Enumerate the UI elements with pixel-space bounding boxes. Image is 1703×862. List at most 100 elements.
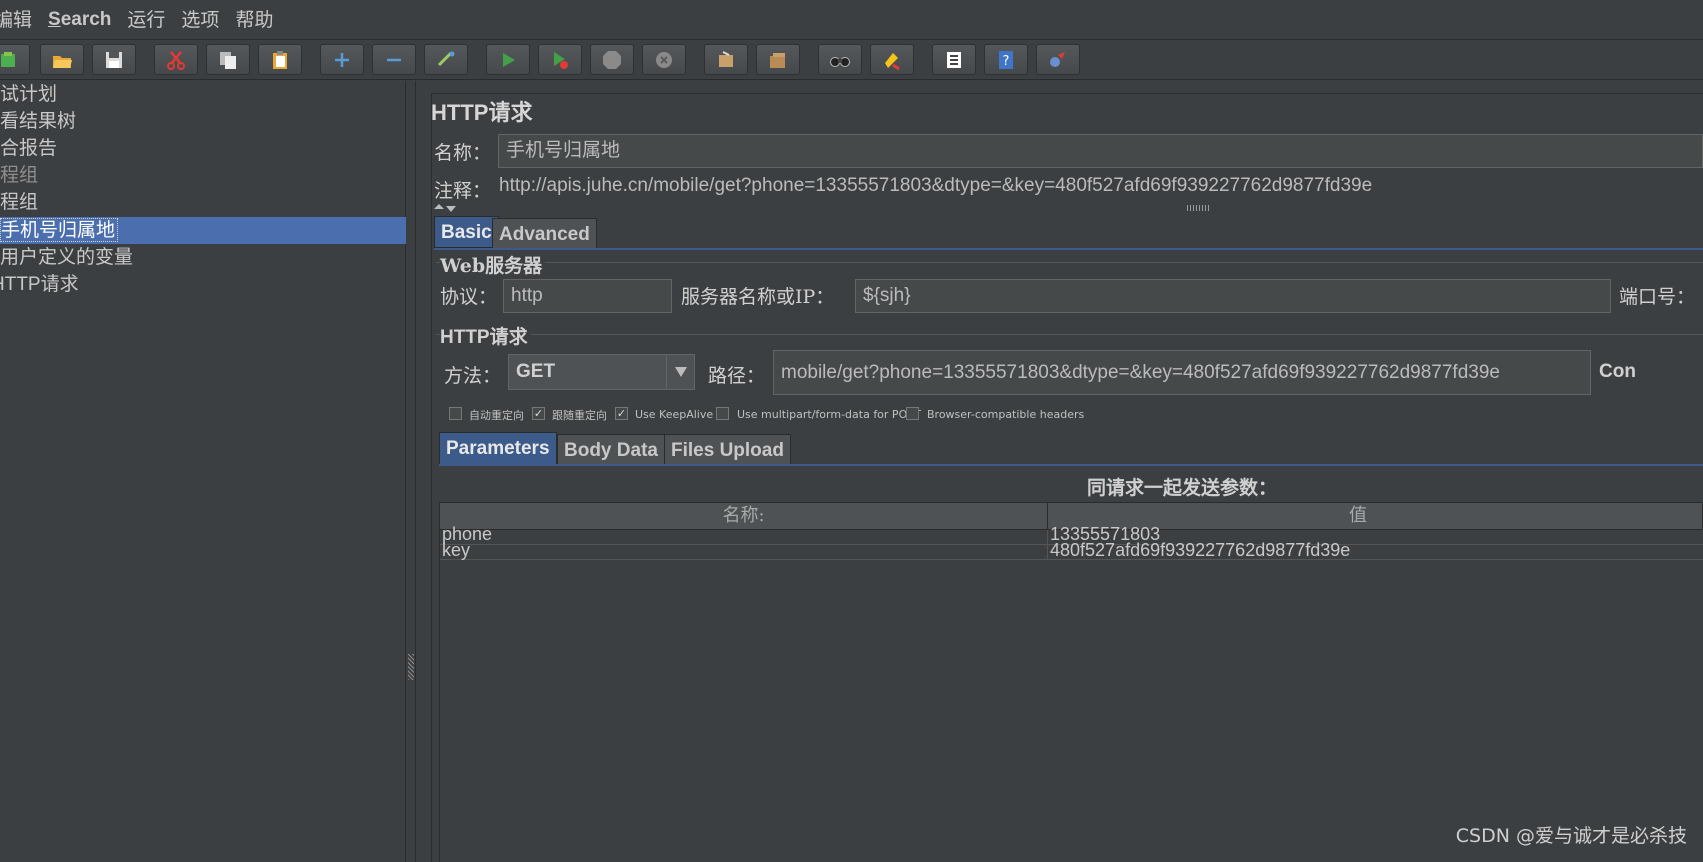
copy-button[interactable] (206, 44, 250, 75)
template-button[interactable] (0, 44, 30, 75)
start-icon (503, 52, 515, 67)
shutdown-button[interactable] (642, 44, 686, 75)
stop-button[interactable] (590, 44, 634, 75)
multipart-checkbox[interactable] (716, 407, 729, 420)
tab-body-data[interactable]: Body Data (557, 434, 665, 465)
tab-basic[interactable]: Basic (434, 216, 499, 248)
search-button[interactable] (818, 44, 862, 75)
http-request-panel: HTTP请求 名称： 手机号归属地 注释： http://apis.juhe.c… (417, 81, 1703, 862)
params-table-body: phone 13355571803 key 480f527afd69f93922… (439, 524, 1703, 862)
follow-redirects-checkbox[interactable]: ✓ (532, 407, 545, 420)
tree-item-thread-group[interactable]: 程组 (0, 189, 38, 216)
open-button[interactable] (40, 44, 84, 75)
keepalive-label: Use KeepAlive (635, 408, 714, 421)
tree-item-test-plan[interactable]: 试计划 (0, 81, 57, 108)
param-value-cell[interactable]: 480f527afd69f939227762d9877fd39e (1050, 540, 1350, 561)
browser-headers-checkbox[interactable] (906, 407, 919, 420)
tab-parameters[interactable]: Parameters (439, 432, 557, 465)
follow-redirects-label: 跟随重定向 (552, 409, 607, 422)
column-divider (1047, 530, 1048, 560)
clear-all-button[interactable] (756, 44, 800, 75)
menu-edit[interactable]: 编辑 (0, 0, 40, 40)
tree-item-label: 程组 (0, 164, 39, 186)
paste-button[interactable] (258, 44, 302, 75)
start-no-pause-button[interactable] (538, 44, 582, 75)
tree-item-label: 看结果树 (0, 110, 77, 132)
name-field[interactable]: 手机号归属地 (498, 134, 1703, 168)
tree-item-view-results-tree[interactable]: 看结果树 (0, 108, 76, 135)
divider-grip[interactable] (1187, 205, 1209, 211)
comment-label: 注释： (434, 180, 492, 202)
remote-icon (1050, 51, 1065, 67)
menu-search[interactable]: Search (40, 0, 119, 40)
watermark: CSDN @爱与诚才是必杀技 (1455, 825, 1687, 847)
method-value: GET (516, 361, 556, 382)
clear-button[interactable] (704, 44, 748, 75)
web-server-group (436, 262, 1703, 263)
start-no-pause-icon (554, 51, 568, 69)
expand-icon (335, 52, 349, 67)
table-row[interactable]: key 480f527afd69f939227762d9877fd39e (440, 540, 1703, 560)
method-dropdown-button[interactable] (666, 354, 695, 390)
toolbar: ? (0, 40, 1703, 80)
column-header-name[interactable]: 名称: (440, 503, 1047, 529)
open-icon (53, 55, 72, 68)
splitter-grip[interactable] (408, 654, 414, 680)
menu-search-rest: earch (60, 8, 112, 30)
reset-search-icon (885, 52, 900, 70)
stop-icon (603, 50, 621, 69)
tree-item-aggregate-report[interactable]: 合报告 (0, 135, 57, 162)
tree-item-user-defined-variables[interactable]: 用户定义的变量 (0, 244, 133, 271)
remote-button[interactable] (1036, 44, 1080, 75)
expand-button[interactable] (320, 44, 364, 75)
reset-search-button[interactable] (870, 44, 914, 75)
tree-item-http-request[interactable]: HTTP请求 (0, 271, 79, 298)
tree-item-label: 手机号归属地 (0, 218, 119, 242)
keepalive-checkbox[interactable]: ✓ (615, 407, 628, 420)
param-name-cell[interactable]: key (442, 540, 470, 561)
help-icon: ? (999, 50, 1013, 69)
template-icon (1, 51, 15, 67)
menu-run[interactable]: 运行 (119, 0, 173, 40)
protocol-label: 协议： (440, 286, 498, 308)
tab-advanced[interactable]: Advanced (492, 218, 597, 249)
help-button[interactable]: ? (984, 44, 1028, 75)
search-icon (830, 56, 850, 67)
content-encoding-label: Con (1599, 361, 1636, 382)
tree-item-label: 合报告 (0, 137, 58, 159)
protocol-field[interactable]: http (503, 279, 672, 313)
function-helper-button[interactable] (932, 44, 976, 75)
tab-underline (434, 248, 1703, 250)
cut-icon (167, 50, 185, 70)
comment-field[interactable]: http://apis.juhe.cn/mobile/get?phone=133… (492, 173, 1703, 201)
clear-icon (719, 50, 733, 67)
collapse-icon (387, 58, 401, 61)
path-field[interactable]: mobile/get?phone=13355571803&dtype=&key=… (773, 350, 1591, 395)
subtab-underline (439, 464, 1703, 466)
test-plan-tree: 试计划 看结果树 合报告 程组 程组 手机号归属地 用户定义的变量 HTTP请求 (0, 81, 406, 862)
server-field[interactable]: ${sjh} (855, 279, 1611, 313)
name-label: 名称： (434, 142, 492, 164)
tree-item-label: 程组 (0, 191, 39, 213)
collapse-arrows-icon[interactable] (433, 203, 459, 213)
menu-options[interactable]: 选项 (173, 0, 227, 40)
browser-headers-label: Browser-compatible headers (927, 408, 1085, 421)
toggle-button[interactable] (424, 44, 468, 75)
tree-item-label: 用户定义的变量 (0, 246, 134, 268)
multipart-label: Use multipart/form-data for POST (737, 408, 921, 421)
tree-item-phone-location[interactable]: 手机号归属地 (0, 217, 406, 244)
method-label: 方法： (444, 365, 502, 387)
web-server-group-title: Web服务器 (440, 251, 546, 278)
auto-redirect-checkbox[interactable] (449, 407, 462, 420)
save-button[interactable] (92, 44, 136, 75)
tree-item-thread-group-disabled[interactable]: 程组 (0, 162, 38, 189)
menu-bar: 编辑 Search 运行 选项 帮助 (0, 0, 1703, 40)
http-request-group (436, 334, 1703, 335)
paste-icon (273, 50, 287, 69)
cut-button[interactable] (154, 44, 198, 75)
tab-files-upload[interactable]: Files Upload (664, 434, 791, 465)
menu-help[interactable]: 帮助 (227, 0, 281, 40)
collapse-button[interactable] (372, 44, 416, 75)
splitter[interactable] (406, 81, 416, 862)
start-button[interactable] (486, 44, 530, 75)
